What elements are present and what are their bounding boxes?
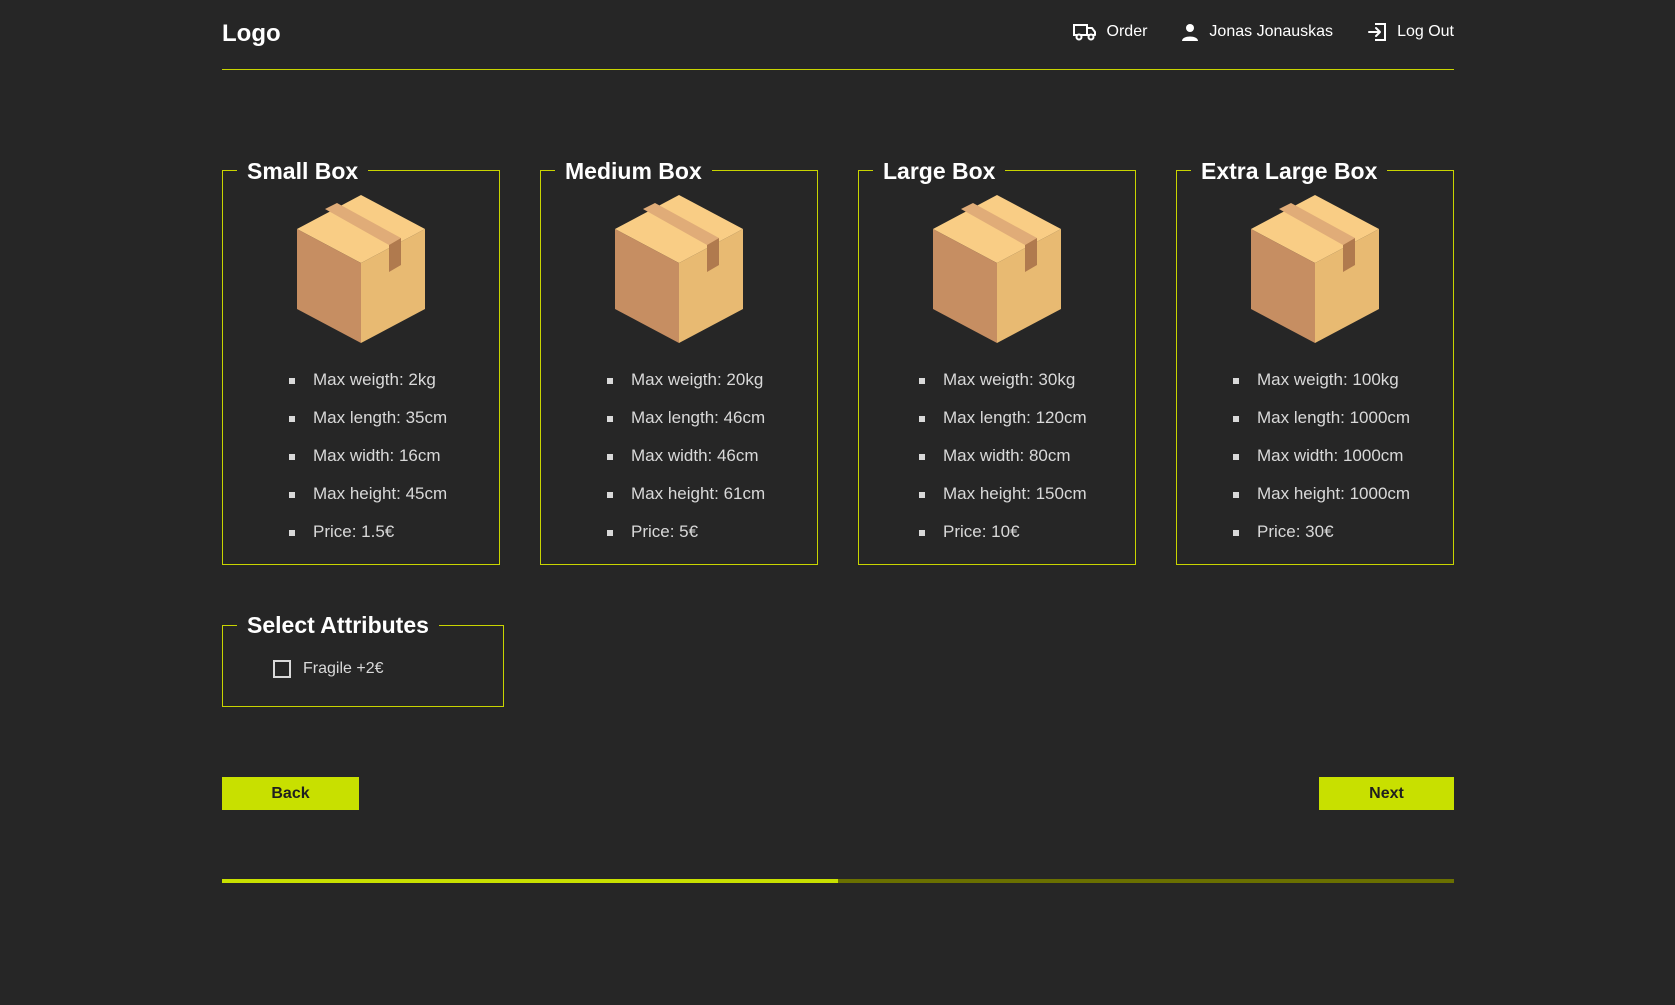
box-card-title: Large Box [873, 154, 1006, 188]
spec-max-height: Max height: 150cm [919, 483, 1087, 521]
cardboard-box-icon [297, 195, 425, 343]
spec-max-weight: Max weigth: 2kg [289, 369, 447, 407]
progress-bar [222, 879, 1454, 883]
spec-max-width: Max width: 16cm [289, 445, 447, 483]
spec-max-width: Max width: 1000cm [1233, 445, 1410, 483]
spec-price: Price: 1.5€ [289, 521, 447, 559]
box-card-title: Medium Box [555, 154, 712, 188]
progress-fill [222, 879, 838, 883]
user-icon [1182, 24, 1199, 41]
box-spec-list: Max weigth: 30kg Max length: 120cm Max w… [919, 369, 1087, 559]
back-button[interactable]: Back [222, 777, 359, 810]
top-nav: Order Jonas Jonauskas Log Out [1039, 22, 1454, 42]
nav-user-link[interactable]: Jonas Jonauskas [1181, 23, 1333, 41]
nav-order-label: Order [1106, 23, 1148, 40]
box-spec-list: Max weigth: 100kg Max length: 1000cm Max… [1233, 369, 1410, 559]
spec-max-height: Max height: 61cm [607, 483, 765, 521]
logo[interactable]: Logo [222, 20, 281, 48]
spec-price: Price: 10€ [919, 521, 1087, 559]
attributes-title: Select Attributes [237, 608, 439, 642]
spec-max-weight: Max weigth: 30kg [919, 369, 1087, 407]
box-card-small[interactable]: Small Box Max weigth: 2kg Max length: 35… [222, 154, 500, 565]
header: Logo Order Jonas Jonauskas Log Out [222, 0, 1454, 70]
box-card-large[interactable]: Large Box Max weigth: 30kg Max length: 1… [858, 154, 1136, 565]
nav-logout-link[interactable]: Log Out [1367, 22, 1454, 42]
fragile-label: Fragile +2€ [303, 660, 384, 677]
fragile-checkbox[interactable] [273, 660, 291, 678]
cardboard-box-icon [615, 195, 743, 343]
spec-max-weight: Max weigth: 100kg [1233, 369, 1410, 407]
spec-max-length: Max length: 46cm [607, 407, 765, 445]
box-spec-list: Max weigth: 20kg Max length: 46cm Max wi… [607, 369, 765, 559]
box-card-medium[interactable]: Medium Box Max weigth: 20kg Max length: … [540, 154, 818, 565]
truck-icon [1072, 24, 1096, 41]
spec-max-length: Max length: 120cm [919, 407, 1087, 445]
spec-max-weight: Max weigth: 20kg [607, 369, 765, 407]
spec-max-height: Max height: 1000cm [1233, 483, 1410, 521]
attributes-panel: Select Attributes Fragile +2€ [222, 608, 504, 707]
page-container: Logo Order Jonas Jonauskas Log Out Small… [222, 0, 1454, 1005]
spec-max-height: Max height: 45cm [289, 483, 447, 521]
box-card-extra-large[interactable]: Extra Large Box Max weigth: 100kg Max le… [1176, 154, 1454, 565]
box-spec-list: Max weigth: 2kg Max length: 35cm Max wid… [289, 369, 447, 559]
box-card-title: Small Box [237, 154, 369, 188]
nav-logout-label: Log Out [1397, 23, 1454, 40]
next-button[interactable]: Next [1319, 777, 1454, 810]
cardboard-box-icon [933, 195, 1061, 343]
cardboard-box-icon [1251, 195, 1379, 343]
nav-user-label: Jonas Jonauskas [1209, 23, 1334, 40]
spec-max-width: Max width: 80cm [919, 445, 1087, 483]
spec-price: Price: 30€ [1233, 521, 1410, 559]
logout-icon [1368, 23, 1387, 41]
spec-price: Price: 5€ [607, 521, 765, 559]
nav-order-link[interactable]: Order [1072, 23, 1148, 41]
fragile-option[interactable]: Fragile +2€ [273, 660, 384, 678]
spec-max-width: Max width: 46cm [607, 445, 765, 483]
spec-max-length: Max length: 35cm [289, 407, 447, 445]
box-card-title: Extra Large Box [1191, 154, 1388, 188]
spec-max-length: Max length: 1000cm [1233, 407, 1410, 445]
